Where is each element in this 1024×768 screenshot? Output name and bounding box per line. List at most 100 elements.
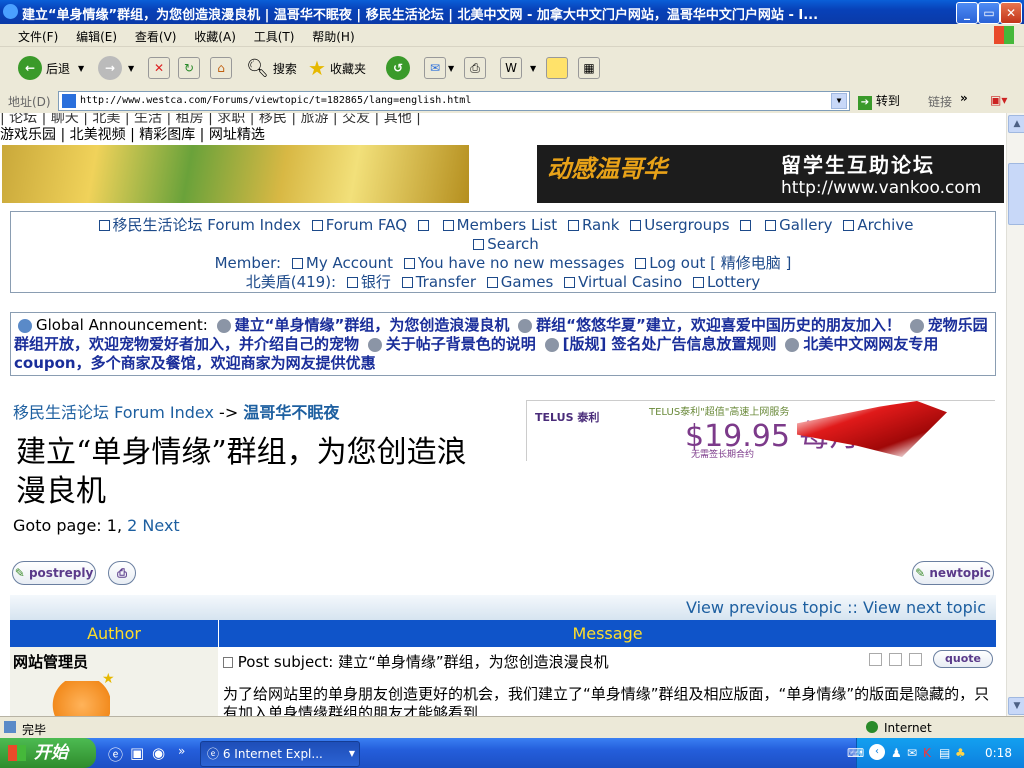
- scroll-up-icon[interactable]: ▲: [1008, 115, 1024, 133]
- announcement-link[interactable]: 关于帖子背景色的说明: [386, 335, 536, 353]
- banner-vankoo[interactable]: 动感温哥华 留学生互助论坛 http://www.vankoo.com: [537, 145, 1004, 203]
- nav-gallery[interactable]: Gallery: [779, 216, 832, 234]
- breadcrumb-forum[interactable]: 温哥华不眠夜: [243, 403, 339, 422]
- nav-games[interactable]: Games: [501, 273, 553, 291]
- nav-archive[interactable]: Archive: [857, 216, 913, 234]
- dropdown-icon[interactable]: ▼: [78, 64, 84, 73]
- messages-icon: [403, 258, 415, 269]
- go-button[interactable]: ➔ 转到: [858, 92, 900, 110]
- speaker-icon: [367, 337, 382, 352]
- menu-help[interactable]: 帮助(H): [312, 28, 354, 45]
- announcement-link[interactable]: [版规] 签名处广告信息放置规则: [563, 335, 777, 353]
- keyboard-icon[interactable]: ⌨: [847, 746, 864, 760]
- chevron-left-icon[interactable]: ‹: [869, 744, 885, 760]
- nav-transfer[interactable]: Transfer: [416, 273, 476, 291]
- messenger-icon: ▦: [578, 57, 600, 79]
- nav-search[interactable]: Search: [487, 235, 539, 253]
- nav-members[interactable]: Members List: [457, 216, 558, 234]
- messenger-button[interactable]: ▦: [578, 55, 600, 81]
- edit-icon[interactable]: [869, 653, 882, 666]
- minimize-button[interactable]: _: [956, 2, 978, 24]
- dropdown-icon[interactable]: ▼: [128, 64, 134, 73]
- post-body: 为了给网站里的单身朋友创造更好的机会，我们建立了“单身情缘”群组及相应版面，“单…: [223, 685, 990, 716]
- maximize-button[interactable]: ▭: [978, 2, 1000, 24]
- quicklaunch-ie-icon[interactable]: ⓔ: [108, 744, 123, 765]
- address-dropdown-icon[interactable]: ▼: [831, 93, 847, 109]
- ad-note: 无需签长期合约: [691, 450, 755, 460]
- telus-ad[interactable]: TELUS 泰利 TELUS泰利"超值"高速上网服务 $19.95 每月 无需签…: [526, 400, 995, 461]
- nav-forum-index[interactable]: 移民生活论坛 Forum Index: [113, 216, 301, 234]
- favorites-button[interactable]: ★ 收藏夹: [308, 55, 366, 81]
- nav-logout[interactable]: Log out [ 精修电脑 ]: [649, 254, 791, 272]
- forward-button[interactable]: → ▼: [98, 55, 134, 81]
- stop-button[interactable]: ✕: [148, 55, 170, 81]
- announcement-link[interactable]: 建立“单身情缘”群组，为您创造浪漫良机: [235, 316, 510, 334]
- quote-button[interactable]: quote: [933, 650, 993, 668]
- msn-icon[interactable]: ♣: [955, 746, 966, 760]
- search-icon: 🔍︎: [246, 57, 269, 79]
- links-label[interactable]: 链接: [928, 93, 952, 110]
- next-page-link[interactable]: Next: [142, 516, 179, 535]
- banner-image-left[interactable]: [2, 145, 469, 203]
- chevron-right-icon[interactable]: »: [178, 744, 185, 758]
- ip-icon[interactable]: [889, 653, 902, 666]
- banner-url: http://www.vankoo.com: [781, 178, 982, 198]
- edit-button[interactable]: W ▼: [500, 55, 536, 81]
- mail-tray-icon[interactable]: ✉: [907, 746, 917, 760]
- monitor-icon[interactable]: ▤: [939, 746, 950, 760]
- menu-favorites[interactable]: 收藏(A): [194, 28, 236, 45]
- transfer-icon: [401, 277, 413, 288]
- home-button[interactable]: ⌂: [210, 55, 232, 81]
- mail-button[interactable]: ✉ ▼: [424, 55, 454, 81]
- window-title: 建立“单身情缘”群组，为您创造浪漫良机 | 温哥华不眠夜 | 移民生活论坛 | …: [22, 8, 819, 23]
- nav-bank[interactable]: 银行: [361, 273, 391, 291]
- addon-icon[interactable]: ▣▾: [990, 93, 1007, 107]
- breadcrumb-index[interactable]: 移民生活论坛 Forum Index: [13, 403, 214, 422]
- nav-rank[interactable]: Rank: [582, 216, 619, 234]
- dropdown-icon[interactable]: ▼: [349, 742, 355, 766]
- reply-icon: ✎: [14, 566, 25, 580]
- announcement-link[interactable]: 群组“悠悠华夏”建立，欢迎喜爱中国历史的朋友加入！: [536, 316, 901, 334]
- quicklaunch-desktop-icon[interactable]: ▣: [130, 744, 144, 762]
- chevron-right-icon[interactable]: »: [960, 91, 968, 105]
- menu-edit[interactable]: 编辑(E): [76, 28, 117, 45]
- close-button[interactable]: ✕: [1000, 2, 1022, 24]
- vertical-scrollbar[interactable]: ▲ ▼: [1006, 113, 1024, 716]
- topic-navigation[interactable]: View previous topic :: View next topic: [10, 595, 996, 620]
- antivirus-icon[interactable]: K: [923, 746, 931, 760]
- nav-messages[interactable]: You have no new messages: [418, 254, 625, 272]
- favorites-label: 收藏夹: [329, 61, 366, 76]
- print-topic-button[interactable]: ⎙: [108, 561, 136, 585]
- refresh-icon: ↻: [178, 57, 200, 79]
- menu-view[interactable]: 查看(V): [135, 28, 177, 45]
- start-button[interactable]: 开始: [0, 738, 96, 768]
- page-link-2[interactable]: 2: [127, 516, 137, 535]
- menu-tools[interactable]: 工具(T): [254, 28, 295, 45]
- nav-my-account[interactable]: My Account: [306, 254, 393, 272]
- network-icon[interactable]: ♟: [891, 746, 902, 760]
- quicklaunch-media-icon[interactable]: ◉: [152, 744, 165, 762]
- top-links[interactable]: 游戏乐园 | 北美视频 | 精彩图库 | 网址精选: [0, 124, 265, 144]
- print-button[interactable]: ⎙: [464, 55, 486, 81]
- subject-label: Post subject:: [237, 653, 334, 671]
- post-reply-button[interactable]: ✎ postreply: [12, 561, 96, 585]
- new-topic-button[interactable]: ✎ newtopic: [912, 561, 994, 585]
- nav-faq[interactable]: Forum FAQ: [326, 216, 407, 234]
- menu-file[interactable]: 文件(F): [18, 28, 58, 45]
- search-button[interactable]: 🔍︎ 搜索: [246, 55, 297, 81]
- back-button[interactable]: ← 后退 ▼: [18, 55, 84, 81]
- go-label: 转到: [875, 94, 900, 108]
- scroll-thumb[interactable]: [1008, 163, 1024, 225]
- address-input[interactable]: http://www.westca.com/Forums/viewtopic/t…: [58, 91, 850, 111]
- history-button[interactable]: ↺: [386, 55, 410, 81]
- nav-lottery[interactable]: Lottery: [707, 273, 760, 291]
- scroll-down-icon[interactable]: ▼: [1008, 697, 1024, 715]
- refresh-button[interactable]: ↻: [178, 55, 200, 81]
- nav-casino[interactable]: Virtual Casino: [578, 273, 682, 291]
- nav-usergroups[interactable]: Usergroups: [644, 216, 729, 234]
- delete-icon[interactable]: [909, 653, 922, 666]
- author-name[interactable]: 网站管理员: [13, 651, 88, 672]
- taskbar-ie-item[interactable]: ⓔ 6 Internet Expl... ▼: [200, 741, 360, 767]
- word-icon: W: [500, 57, 522, 79]
- discuss-button[interactable]: [546, 55, 568, 81]
